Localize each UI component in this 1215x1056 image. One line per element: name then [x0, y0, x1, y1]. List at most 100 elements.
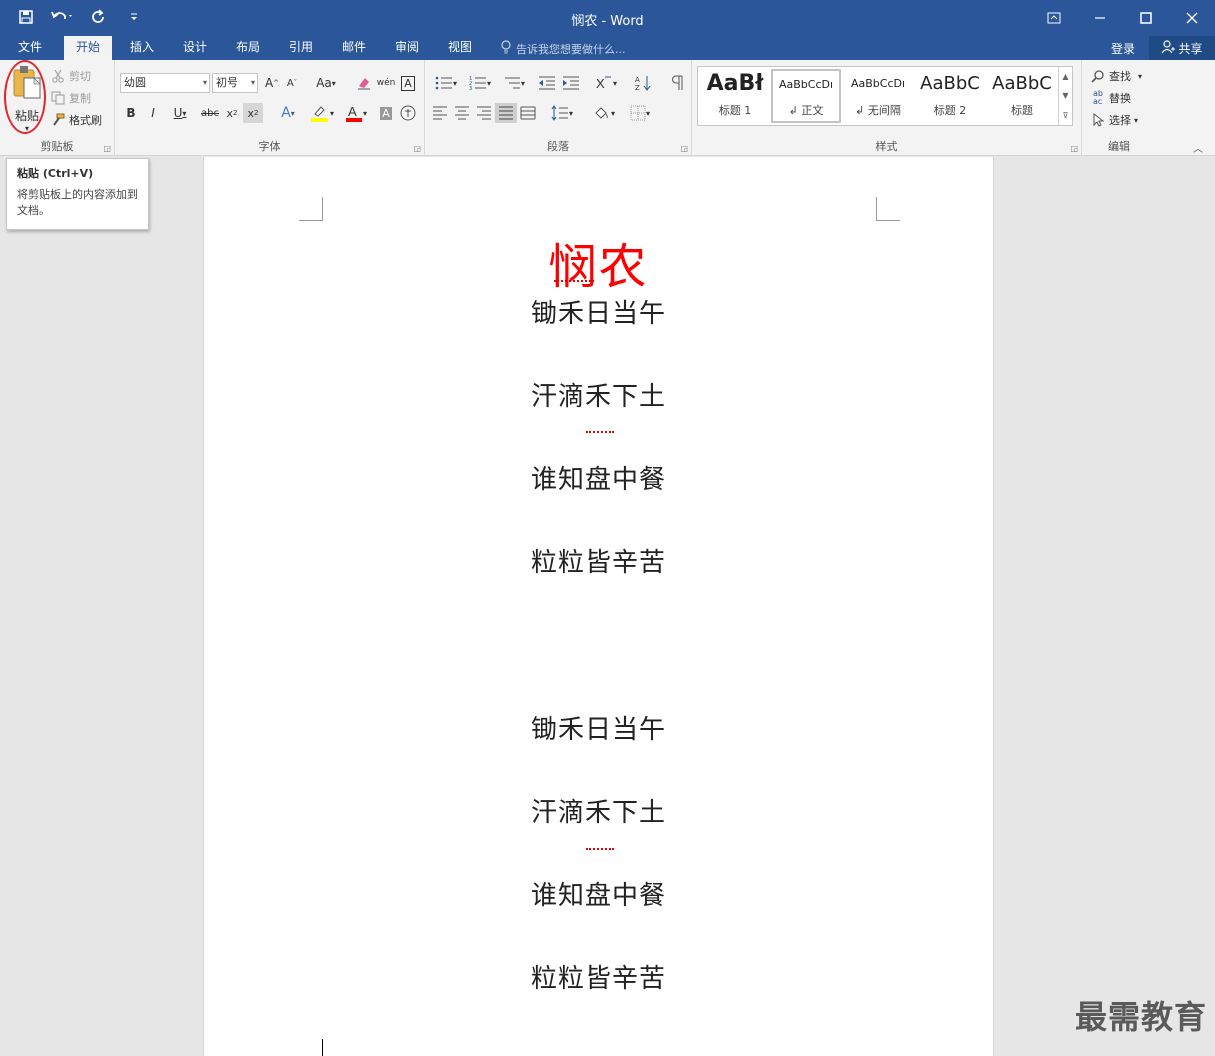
font-group-label: 字体	[258, 140, 281, 153]
shrink-font-icon[interactable]: Aˇ	[283, 73, 301, 93]
close-icon[interactable]	[1169, 0, 1215, 36]
chevron-down-icon: ▾	[1138, 71, 1143, 81]
tell-me-text: 告诉我您想要做什么...	[516, 42, 626, 56]
style-name: 标题	[1011, 104, 1033, 117]
tab-home[interactable]: 开始	[64, 36, 113, 60]
style-normal[interactable]: AaBbCcDı ↲ 正文	[771, 69, 841, 123]
style-title[interactable]: AaBbC 标题	[987, 69, 1057, 123]
copy-icon	[50, 90, 66, 106]
minimize-icon[interactable]	[1077, 0, 1123, 36]
character-shading-icon[interactable]: A	[377, 103, 395, 123]
share-button[interactable]: 共享	[1149, 36, 1215, 60]
style-sample: AaBbC	[920, 73, 980, 94]
tab-design[interactable]: 设计	[171, 36, 219, 60]
tell-me-box[interactable]: 告诉我您想要做什么...	[500, 40, 626, 57]
brush-icon	[50, 112, 66, 128]
font-color-icon[interactable]: A ▾	[341, 103, 371, 123]
editing-group: 查找 ▾ ab ac 替换 选择 ▾ 编辑	[1082, 60, 1156, 156]
poem-line: 粒粒皆辛苦	[530, 964, 666, 994]
decrease-indent-icon[interactable]	[537, 73, 557, 93]
tab-file[interactable]: 文件	[6, 36, 54, 60]
clear-formatting-icon[interactable]	[355, 73, 373, 93]
change-case-button[interactable]: Aa ▾	[311, 73, 341, 93]
increase-indent-icon[interactable]	[561, 73, 581, 93]
replace-button[interactable]: ab ac 替换	[1090, 90, 1131, 106]
svg-text:A: A	[635, 76, 640, 84]
superscript-icon[interactable]: x2	[243, 103, 263, 123]
lightbulb-icon	[500, 40, 512, 57]
bold-icon[interactable]: B	[123, 103, 139, 123]
select-button[interactable]: 选择 ▾	[1090, 112, 1138, 128]
highlight-color-icon[interactable]: ▾	[307, 103, 337, 123]
numbering-icon[interactable]: 1 2 3 ▾	[465, 73, 495, 93]
align-left-icon[interactable]	[431, 103, 449, 123]
font-launcher-icon[interactable]: ◲	[413, 144, 421, 153]
collapse-ribbon-icon[interactable]: ︿	[1193, 140, 1203, 155]
tab-insert[interactable]: 插入	[118, 36, 166, 60]
paste-tooltip: 粘贴 (Ctrl+V) 将剪贴板上的内容添加到文档。	[6, 158, 149, 230]
grow-font-icon[interactable]: A ^	[263, 73, 281, 93]
bullets-icon[interactable]: ▾	[431, 73, 461, 93]
font-name-select[interactable]: 幼圆 ▾	[120, 73, 210, 93]
copy-button[interactable]: 复制	[50, 90, 91, 106]
underline-icon[interactable]: U ▾	[167, 103, 193, 123]
italic-icon[interactable]: I	[145, 103, 161, 123]
format-painter-button[interactable]: 格式刷	[50, 112, 102, 128]
sort-icon[interactable]: AZ	[633, 73, 653, 93]
character-border-icon[interactable]: A	[399, 73, 417, 93]
cut-button[interactable]: 剪切	[50, 68, 91, 84]
ribbon-display-icon[interactable]	[1031, 0, 1077, 36]
enclose-characters-icon[interactable]	[399, 103, 417, 123]
tab-mailings[interactable]: 邮件	[330, 36, 378, 60]
poem-line: 锄禾日当午	[530, 299, 666, 329]
paragraph-group: ▾ 1 2 3 ▾ ▾ X ▾ AZ ▾ ▾ ▾ 段落 ◲	[425, 60, 692, 156]
more-styles-icon[interactable]: ⊽	[1063, 111, 1069, 120]
borders-icon[interactable]: ▾	[625, 103, 655, 123]
style-heading-1[interactable]: AaBł 标题 1	[700, 69, 770, 123]
tab-references[interactable]: 引用	[277, 36, 325, 60]
share-label: 共享	[1178, 41, 1203, 56]
text-cursor	[322, 1039, 323, 1056]
svg-text:Z: Z	[635, 84, 640, 92]
spelling-squiggle	[554, 278, 594, 282]
shading-icon[interactable]: ▾	[589, 103, 619, 123]
clipboard-launcher-icon[interactable]: ◲	[103, 144, 111, 153]
style-sample: AaBł	[706, 71, 764, 96]
strikethrough-icon[interactable]: abc	[199, 103, 221, 123]
distributed-icon[interactable]	[519, 103, 537, 123]
chevron-up-icon[interactable]: ▲	[1062, 72, 1068, 81]
subscript-icon[interactable]: x2	[223, 103, 241, 123]
font-size-select[interactable]: 初号 ▾	[212, 73, 258, 93]
paragraph-launcher-icon[interactable]: ◲	[680, 144, 688, 153]
svg-text:A: A	[348, 104, 357, 119]
style-sample: AaBbC	[992, 73, 1052, 94]
tooltip-title: 粘贴 (Ctrl+V)	[17, 167, 94, 180]
styles-launcher-icon[interactable]: ◲	[1070, 144, 1078, 153]
svg-text:X: X	[596, 76, 605, 91]
find-button[interactable]: 查找 ▾	[1090, 68, 1142, 84]
line-spacing-icon[interactable]: ▾	[547, 103, 577, 123]
select-label: 选择	[1109, 114, 1131, 127]
style-heading-2[interactable]: AaBbC 标题 2	[915, 69, 985, 123]
maximize-icon[interactable]	[1123, 0, 1169, 36]
show-marks-icon[interactable]	[667, 73, 687, 93]
tab-view[interactable]: 视图	[436, 36, 484, 60]
text-effects-icon[interactable]: A ▾	[275, 103, 301, 123]
tab-layout[interactable]: 布局	[224, 36, 272, 60]
document-page[interactable]: 悯农 锄禾日当午 汗滴禾下土 谁知盘中餐 粒粒皆辛苦 锄禾日当午 汗滴禾下土 谁…	[203, 157, 994, 1056]
multilevel-list-icon[interactable]: ▾	[499, 73, 529, 93]
phonetic-guide-icon[interactable]: wén	[377, 73, 396, 93]
align-right-icon[interactable]	[475, 103, 493, 123]
poem-line: 汗滴禾下土	[530, 798, 666, 828]
style-no-spacing[interactable]: AaBbCcDı ↲ 无间隔	[843, 69, 913, 123]
tab-review[interactable]: 审阅	[383, 36, 431, 60]
magnifier-icon	[1090, 68, 1106, 84]
chevron-down-icon[interactable]: ▼	[1062, 91, 1068, 100]
scissors-icon	[50, 68, 66, 84]
chinese-layout-icon[interactable]: X ▾	[591, 73, 621, 93]
login-link[interactable]: 登录	[1111, 40, 1135, 57]
ribbon-tabs: 文件 开始 插入 设计 布局 引用 邮件 审阅 视图 告诉我您想要做什么... …	[0, 36, 1215, 60]
svg-text:3: 3	[469, 86, 472, 91]
align-center-icon[interactable]	[453, 103, 471, 123]
justify-icon[interactable]	[495, 103, 517, 123]
